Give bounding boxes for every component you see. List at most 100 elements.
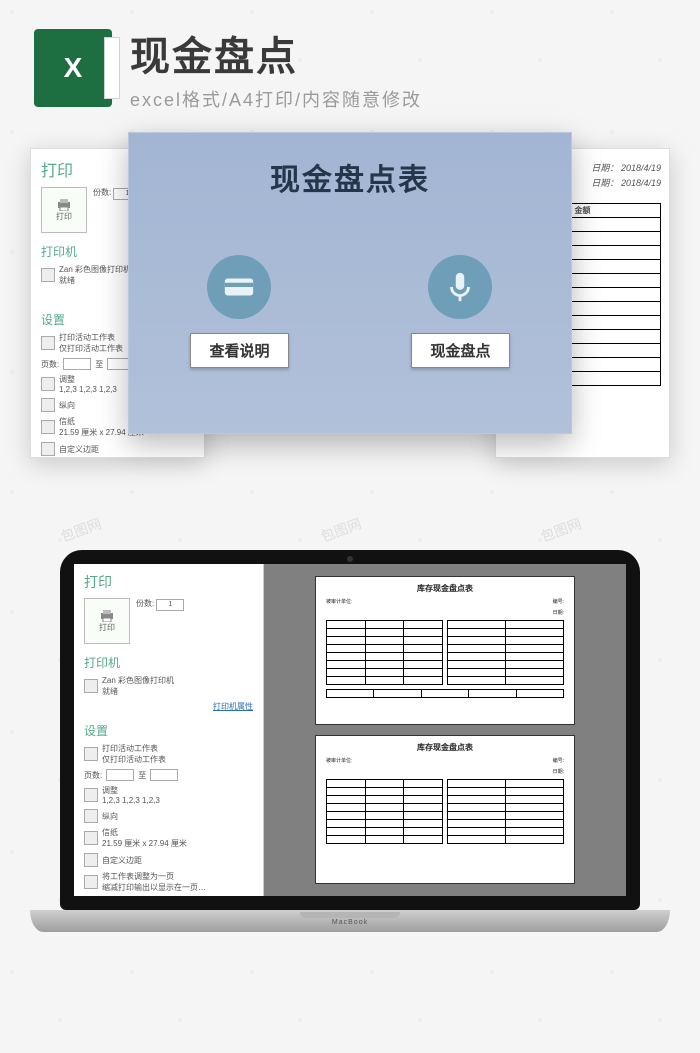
laptop-print-sidebar: 打印 打印 份数: 1 打印机 Zan 彩色图像打印机 [74, 564, 264, 896]
cash-count-group: 现金盘点 [411, 255, 509, 368]
center-title: 现金盘点表 [129, 155, 571, 199]
setting-active-2: 仅打印活动工作表 [59, 343, 123, 354]
laptop-paper-size: 21.59 厘米 x 27.94 厘米 [102, 838, 187, 849]
collate-icon [84, 788, 98, 802]
sheet-icon [41, 336, 55, 350]
laptop-camera [347, 556, 353, 562]
laptop-print-button-label: 打印 [99, 622, 115, 633]
date-value-2: 2018/4/19 [621, 178, 661, 188]
preview-table-left-2 [326, 779, 443, 844]
laptop-setting-collate[interactable]: 调整 1,2,3 1,2,3 1,2,3 [84, 785, 253, 805]
pages-from-input[interactable] [63, 358, 91, 370]
laptop-fit-label: 将工作表调整为一页 [102, 871, 206, 882]
orientation-icon [41, 398, 55, 412]
preview-unit-label: 被审计单位: [326, 598, 352, 605]
laptop-pages-to[interactable] [150, 769, 178, 781]
laptop-setting-margins[interactable]: 自定义边距 [84, 853, 253, 867]
laptop-brand: MacBook [332, 919, 368, 926]
printer-icon [84, 679, 98, 693]
laptop-print-heading: 打印 [84, 572, 253, 592]
laptop-base: MacBook [30, 910, 670, 932]
print-button[interactable]: 打印 [41, 187, 87, 233]
excel-icon-glyph: X [64, 52, 83, 84]
preview-table-left [326, 620, 443, 685]
laptop-mockup: 打印 打印 份数: 1 打印机 Zan 彩色图像打印机 [30, 550, 670, 932]
pages-to-label: 至 [95, 359, 103, 370]
page-header: X 现金盘点 excel格式/A4打印/内容随意修改 [0, 0, 700, 130]
collate-label: 调整 [59, 374, 117, 385]
header-text: 现金盘点 excel格式/A4打印/内容随意修改 [130, 24, 422, 112]
collate-icon [41, 377, 55, 391]
preview-no-label: 编号: [553, 598, 564, 605]
printer-icon [99, 610, 115, 622]
laptop-printer-status: 就绪 [102, 686, 174, 697]
paper-icon [41, 420, 55, 434]
watermark-text: 包图网 [318, 513, 364, 546]
preview-stage: 打印 打印 份数: 1 打印机 Zan 彩色图像打印机 就绪 打印机属性 设置 … [30, 140, 670, 470]
preview-page-2: 库存现金盘点表 被审计单位: 编号: 日期: [315, 735, 575, 884]
printer-status: 就绪 [59, 275, 131, 286]
center-card: 现金盘点表 查看说明 现金盘点 [128, 132, 572, 434]
orientation-icon [84, 809, 98, 823]
laptop-copies-input[interactable]: 1 [156, 599, 184, 611]
watermark-text: 包图网 [538, 513, 584, 546]
laptop-printer-section: 打印机 [84, 654, 253, 671]
watermark-text: 包图网 [58, 513, 104, 546]
view-instructions-group: 查看说明 [190, 255, 288, 368]
laptop-print-button[interactable]: 打印 [84, 598, 130, 644]
laptop-pages-row: 页数: 至 [84, 769, 253, 781]
laptop-pages-from[interactable] [106, 769, 134, 781]
preview-table-right [447, 620, 564, 685]
view-instructions-button[interactable]: 查看说明 [190, 333, 288, 368]
laptop-printer-props-link[interactable]: 打印机属性 [213, 701, 253, 712]
laptop-setting-paper[interactable]: 信纸 21.59 厘米 x 27.94 厘米 [84, 827, 253, 849]
setting-active-1: 打印活动工作表 [59, 332, 123, 343]
preview-table-bottom [326, 689, 564, 698]
setting-margins[interactable]: 自定义边距 [41, 442, 194, 456]
date-label: 日期： [591, 178, 618, 188]
preview-no-label-2: 编号: [553, 757, 564, 764]
microphone-icon [428, 255, 492, 319]
laptop-printer-select[interactable]: Zan 彩色图像打印机 就绪 [84, 675, 253, 697]
paper-icon [84, 831, 98, 845]
card-icon [207, 255, 271, 319]
page-title: 现金盘点 [130, 24, 422, 82]
preview-title: 库存现金盘点表 [326, 583, 564, 594]
laptop-copies-label: 份数: [136, 599, 154, 608]
laptop-settings-section: 设置 [84, 722, 253, 739]
collate-seq: 1,2,3 1,2,3 1,2,3 [59, 385, 117, 394]
laptop-margins-label: 自定义边距 [102, 855, 142, 866]
excel-icon: X [34, 29, 112, 107]
cash-count-button[interactable]: 现金盘点 [411, 333, 509, 368]
date-label: 日期： [591, 163, 618, 173]
laptop-frame: 打印 打印 份数: 1 打印机 Zan 彩色图像打印机 [60, 550, 640, 910]
laptop-setting-active-2: 仅打印活动工作表 [102, 754, 166, 765]
laptop-pages-to-label: 至 [138, 770, 146, 781]
laptop-setting-fit[interactable]: 将工作表调整为一页 缩减打印输出以显示在一页… [84, 871, 253, 893]
preview-unit-label-2: 被审计单位: [326, 757, 352, 764]
laptop-preview-area: 库存现金盘点表 被审计单位: 编号: 日期: [264, 564, 626, 896]
laptop-printer-name: Zan 彩色图像打印机 [102, 675, 174, 686]
preview-date-label: 日期: [553, 609, 564, 616]
printer-icon [56, 199, 72, 211]
laptop-setting-orientation[interactable]: 纵向 [84, 809, 253, 823]
date-value-1: 2018/4/19 [621, 163, 661, 173]
page-subtitle: excel格式/A4打印/内容随意修改 [130, 86, 422, 112]
laptop-orientation-label: 纵向 [102, 811, 118, 822]
preview-date-label-2: 日期: [553, 768, 564, 775]
pages-label: 页数: [41, 359, 59, 370]
printer-icon [41, 268, 55, 282]
margins-icon [41, 442, 55, 456]
laptop-fit-sub: 缩减打印输出以显示在一页… [102, 882, 206, 893]
laptop-setting-active-1: 打印活动工作表 [102, 743, 166, 754]
laptop-collate-label: 调整 [102, 785, 160, 796]
laptop-paper-label: 信纸 [102, 827, 187, 838]
fit-icon [84, 875, 98, 889]
orientation-label: 纵向 [59, 400, 75, 411]
laptop-setting-active[interactable]: 打印活动工作表 仅打印活动工作表 [84, 743, 253, 765]
margins-label: 自定义边距 [59, 444, 99, 455]
sheet-icon [84, 747, 98, 761]
printer-name: Zan 彩色图像打印机 [59, 264, 131, 275]
laptop-pages-label: 页数: [84, 770, 102, 781]
laptop-screen: 打印 打印 份数: 1 打印机 Zan 彩色图像打印机 [74, 564, 626, 896]
